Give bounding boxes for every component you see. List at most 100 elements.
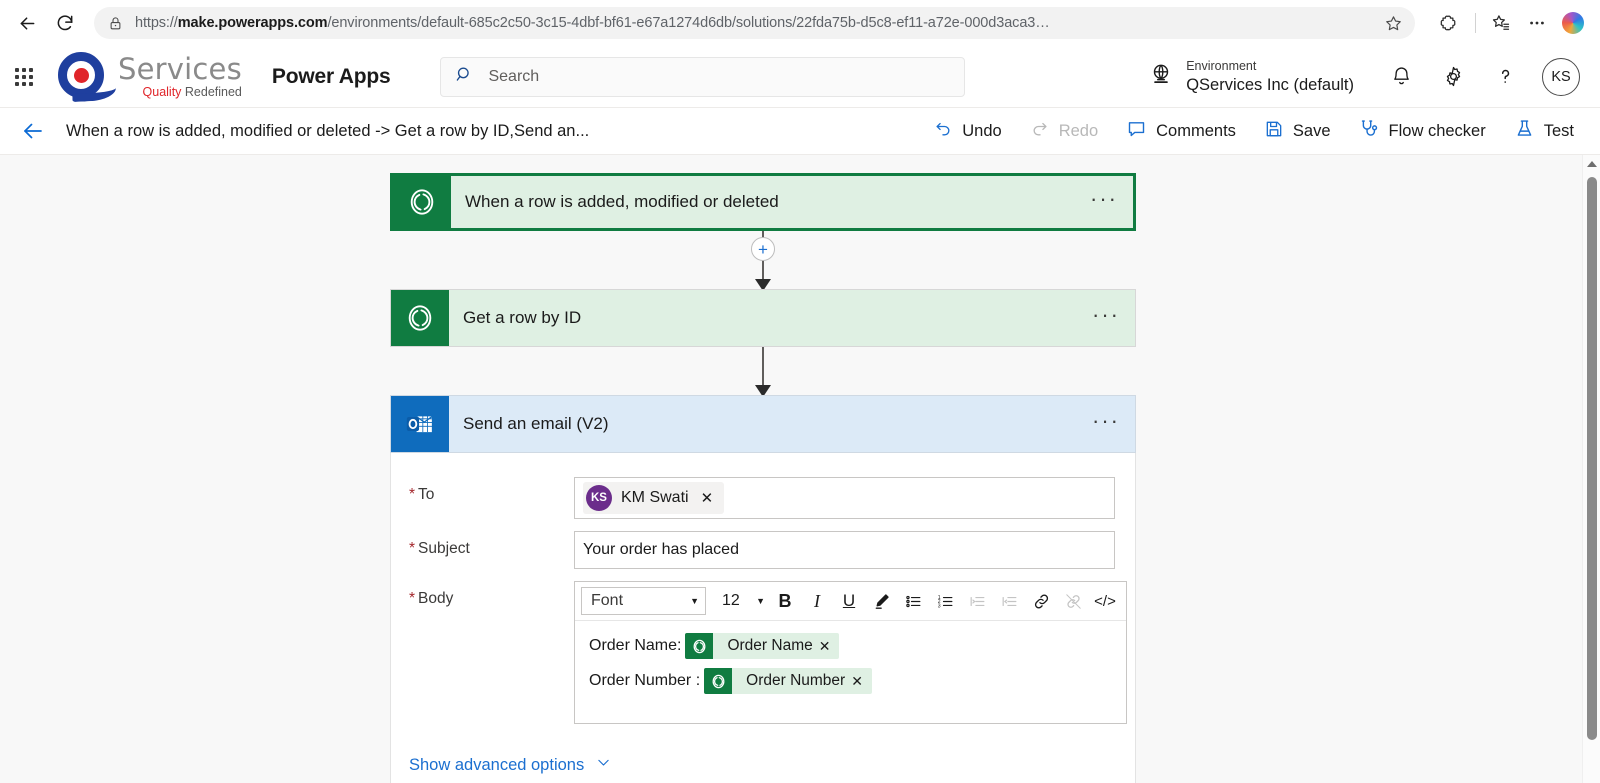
pen-highlight-icon[interactable] bbox=[866, 587, 896, 615]
app-title: Power Apps bbox=[271, 64, 391, 88]
add-step-button[interactable]: + bbox=[751, 237, 775, 261]
subject-input[interactable]: Your order has placed bbox=[574, 531, 1115, 569]
browser-reload-button[interactable] bbox=[48, 6, 82, 40]
flow-node-menu-button[interactable]: ··· bbox=[1077, 396, 1135, 452]
page-title: When a row is added, modified or deleted… bbox=[66, 121, 590, 140]
address-bar[interactable]: https://make.powerapps.com/environments/… bbox=[94, 7, 1415, 39]
remove-token-icon[interactable]: ✕ bbox=[851, 673, 872, 690]
decrease-indent-icon[interactable] bbox=[962, 587, 992, 615]
redo-label: Redo bbox=[1058, 121, 1099, 140]
italic-button[interactable]: I bbox=[802, 587, 832, 615]
body-line-text: Order Name: bbox=[589, 637, 682, 654]
body-rich-text-editor[interactable]: Font ▼ 12 ▼ B I U 1 2 3 </> Order Name: … bbox=[574, 581, 1127, 724]
token-label: Order Name bbox=[727, 637, 813, 654]
recipient-chip[interactable]: KS KM Swati ✕ bbox=[583, 482, 725, 514]
scrollbar-thumb[interactable] bbox=[1587, 177, 1597, 740]
redo-button[interactable]: Redo bbox=[1018, 113, 1110, 150]
copilot-icon[interactable] bbox=[1556, 6, 1590, 40]
globe-environment-icon bbox=[1148, 61, 1174, 92]
environment-name: QServices Inc (default) bbox=[1186, 75, 1354, 94]
save-label: Save bbox=[1292, 121, 1331, 140]
subject-field-label: * Subject bbox=[409, 540, 470, 557]
environment-picker[interactable]: Environment QServices Inc (default) bbox=[1148, 58, 1354, 96]
remove-token-icon[interactable]: ✕ bbox=[819, 638, 840, 655]
extensions-puzzle-icon[interactable] bbox=[1433, 6, 1467, 40]
font-size-select[interactable]: 12 ▼ bbox=[716, 587, 768, 615]
dynamic-content-token[interactable]: Order Name ✕ bbox=[685, 633, 840, 659]
bold-button[interactable]: B bbox=[770, 587, 800, 615]
header-right-cluster: Environment QServices Inc (default) KS bbox=[1148, 54, 1584, 100]
question-mark-icon[interactable] bbox=[1482, 54, 1528, 100]
body-content[interactable]: Order Name: Order Name ✕ Order Number: … bbox=[575, 621, 1126, 723]
flow-connector-insert: + bbox=[390, 231, 1136, 291]
collections-icon[interactable] bbox=[1484, 6, 1518, 40]
numbered-list-icon[interactable]: 123 bbox=[930, 587, 960, 615]
toolbar-divider bbox=[1475, 13, 1476, 33]
required-asterisk: * bbox=[409, 486, 416, 503]
comments-button[interactable]: Comments bbox=[1114, 112, 1248, 150]
undo-button[interactable]: Undo bbox=[921, 113, 1013, 150]
address-bar-url: https://make.powerapps.com/environments/… bbox=[135, 15, 1050, 31]
scroll-up-arrow-icon[interactable] bbox=[1583, 155, 1600, 173]
flow-connector bbox=[390, 347, 1136, 397]
browser-back-button[interactable] bbox=[10, 6, 44, 40]
flow-node-trigger[interactable]: When a row is added, modified or deleted… bbox=[390, 173, 1136, 231]
underline-button[interactable]: U bbox=[834, 587, 864, 615]
flow-node-menu-button[interactable]: ··· bbox=[1075, 176, 1133, 228]
body-line: Order Name: Order Name ✕ bbox=[589, 633, 1112, 659]
unlink-icon[interactable] bbox=[1058, 587, 1088, 615]
brand-logo[interactable]: Services Quality Redefined bbox=[54, 50, 242, 104]
vertical-scrollbar[interactable] bbox=[1582, 155, 1600, 783]
global-search-box[interactable] bbox=[440, 56, 966, 97]
app-header: Services Quality Redefined Power Apps En… bbox=[0, 46, 1600, 108]
recipient-name: KM Swati bbox=[621, 489, 689, 506]
chevron-down-icon: ▼ bbox=[756, 596, 765, 606]
avatar: KS bbox=[586, 485, 612, 511]
subject-field-row: * Subject Your order has placed bbox=[391, 531, 1135, 569]
body-field-row: * Body Font ▼ 12 ▼ B I U 1 2 3 </> Order… bbox=[391, 581, 1135, 724]
flow-node-get-row[interactable]: Get a row by ID ··· bbox=[390, 289, 1136, 347]
comments-label: Comments bbox=[1156, 121, 1236, 140]
undo-icon bbox=[933, 119, 953, 144]
flow-node-send-email[interactable]: Send an email (V2) ··· bbox=[390, 395, 1136, 453]
body-line: Order Number : Order Number ✕ bbox=[589, 668, 1112, 694]
star-icon[interactable] bbox=[1379, 9, 1407, 37]
font-family-select[interactable]: Font ▼ bbox=[581, 587, 706, 615]
link-icon[interactable] bbox=[1026, 587, 1056, 615]
save-disk-icon bbox=[1264, 119, 1284, 144]
search-input[interactable] bbox=[488, 67, 951, 86]
to-field-label: * To bbox=[409, 486, 435, 503]
app-launcher-waffle-icon[interactable] bbox=[2, 55, 46, 99]
browser-extension-icons bbox=[1427, 6, 1590, 40]
brand-name: Services bbox=[118, 51, 242, 86]
back-button[interactable] bbox=[18, 116, 48, 146]
avatar[interactable]: KS bbox=[1542, 57, 1580, 96]
gear-icon[interactable] bbox=[1430, 54, 1476, 100]
dataverse-icon bbox=[393, 176, 451, 228]
bulleted-list-icon[interactable] bbox=[898, 587, 928, 615]
save-button[interactable]: Save bbox=[1252, 113, 1343, 150]
more-ellipsis-icon[interactable] bbox=[1520, 6, 1554, 40]
brand-tagline: Quality Redefined bbox=[142, 84, 242, 99]
bell-icon[interactable] bbox=[1378, 54, 1424, 100]
show-advanced-options-button[interactable]: Show advanced options bbox=[391, 736, 1135, 776]
flow-graph: When a row is added, modified or deleted… bbox=[390, 173, 1136, 783]
code-view-button[interactable]: </> bbox=[1090, 587, 1120, 615]
command-bar: When a row is added, modified or deleted… bbox=[0, 108, 1600, 155]
dataverse-icon bbox=[391, 290, 449, 346]
chevron-down-icon bbox=[595, 754, 612, 776]
test-button[interactable]: Test bbox=[1502, 112, 1586, 150]
redo-icon bbox=[1030, 119, 1050, 144]
flow-node-menu-button[interactable]: ··· bbox=[1077, 290, 1135, 346]
to-input[interactable]: KS KM Swati ✕ bbox=[574, 477, 1115, 519]
outlook-icon bbox=[391, 396, 449, 452]
dynamic-content-token[interactable]: Order Number ✕ bbox=[704, 668, 872, 694]
advanced-options-label: Show advanced options bbox=[409, 755, 585, 774]
browser-toolbar: https://make.powerapps.com/environments/… bbox=[0, 0, 1600, 46]
flow-designer-canvas: When a row is added, modified or deleted… bbox=[0, 155, 1600, 783]
remove-recipient-icon[interactable]: ✕ bbox=[698, 489, 717, 507]
token-label: Order Number bbox=[746, 672, 846, 689]
increase-indent-icon[interactable] bbox=[994, 587, 1024, 615]
dataverse-icon bbox=[704, 668, 733, 694]
flow-checker-button[interactable]: Flow checker bbox=[1347, 112, 1498, 150]
